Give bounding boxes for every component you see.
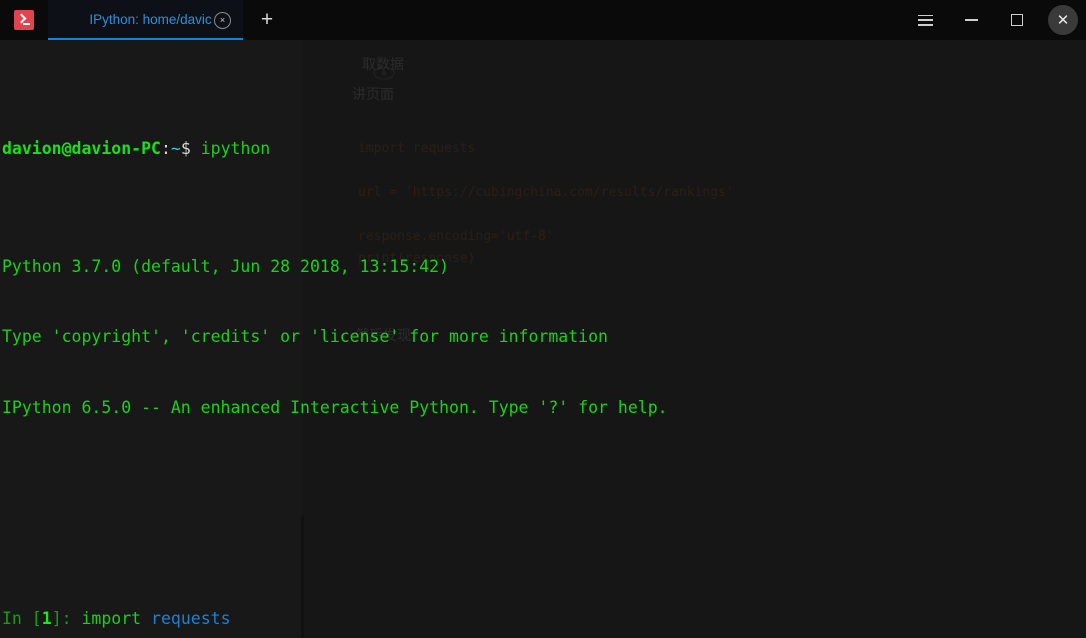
banner-line-3: IPython 6.5.0 -- An enhanced Interactive…: [2, 397, 668, 417]
terminal-window: IPython: home/davic × + ✕ 取数据 讲页面 import…: [0, 0, 1086, 638]
close-icon: ✕: [1048, 5, 1078, 35]
maximize-icon: [1011, 14, 1023, 26]
in-prompt-close: ]:: [51, 609, 82, 628]
banner-line-2: Type 'copyright', 'credits' or 'license'…: [2, 327, 608, 346]
shell-user-host: davion@davion-PC: [2, 139, 161, 158]
window-controls: ✕: [902, 0, 1086, 40]
minimize-icon: [964, 19, 978, 21]
in-prompt-number: 1: [41, 609, 52, 628]
new-tab-button[interactable]: +: [243, 0, 291, 40]
console-output[interactable]: davion@davion-PC:~$ ipython Python 3.7.0…: [0, 40, 1086, 638]
keyword-import: import: [81, 609, 142, 628]
close-tab-icon[interactable]: ×: [214, 12, 231, 29]
maximize-button[interactable]: [994, 0, 1040, 40]
in-prompt-open: In [: [2, 609, 42, 628]
input-line-1: In [1]: import requests: [2, 607, 1086, 631]
tab-title: IPython: home/davic: [89, 12, 212, 27]
shell-path: ~: [170, 139, 181, 158]
title-bar-left: IPython: home/davic × +: [0, 0, 291, 40]
app-icon: [0, 0, 48, 40]
shell-command: ipython: [200, 139, 271, 158]
shell-dollar: $: [180, 139, 191, 158]
shell-colon: :: [160, 139, 171, 158]
hamburger-icon: [917, 14, 933, 26]
shell-prompt-line: davion@davion-PC:~$ ipython: [2, 137, 1086, 161]
close-window-button[interactable]: ✕: [1040, 0, 1086, 40]
terminal-prompt-icon: [14, 10, 34, 30]
module-requests: requests: [141, 609, 231, 628]
menu-button[interactable]: [902, 0, 948, 40]
minimize-button[interactable]: [948, 0, 994, 40]
title-bar: IPython: home/davic × + ✕: [0, 0, 1086, 40]
tab-ipython[interactable]: IPython: home/davic ×: [48, 0, 243, 40]
title-bar-spacer: [291, 0, 902, 40]
banner-line-1: Python 3.7.0 (default, Jun 28 2018, 13:1…: [2, 256, 450, 276]
terminal-body[interactable]: 取数据 讲页面 import requests url = 'https://c…: [0, 40, 1086, 638]
